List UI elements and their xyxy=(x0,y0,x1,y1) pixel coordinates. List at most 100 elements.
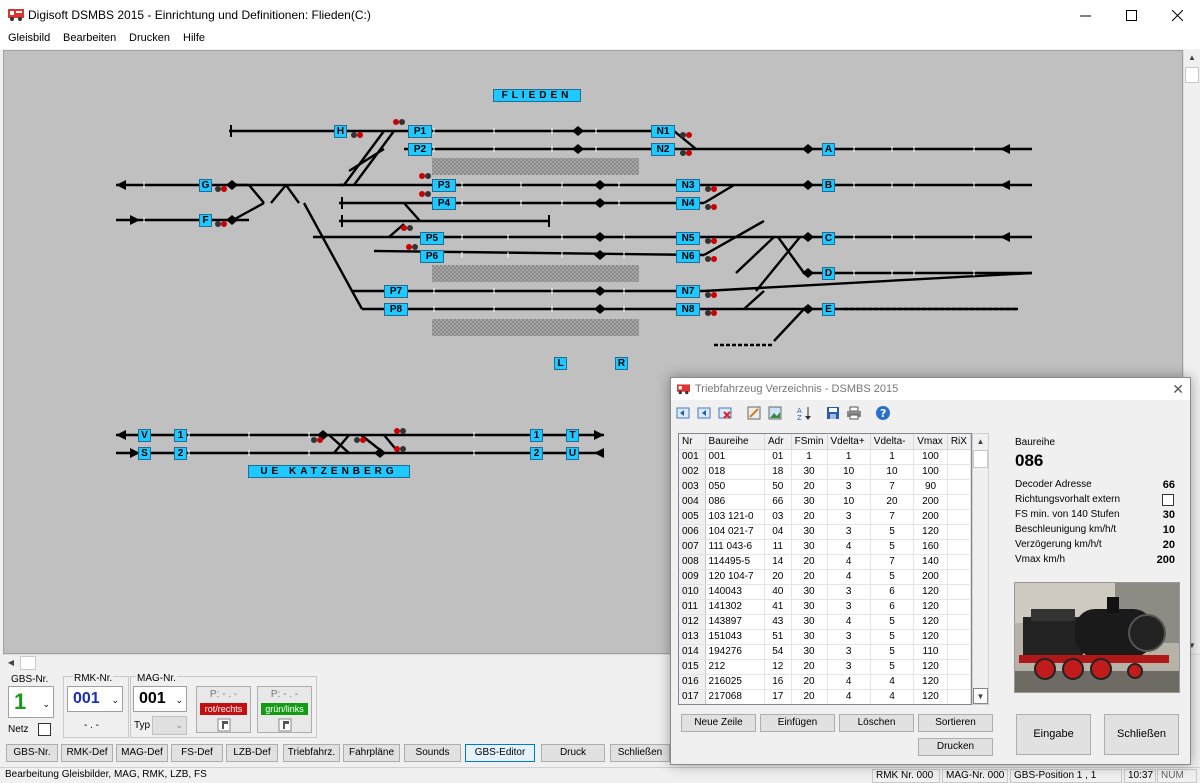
track-label-r[interactable]: R xyxy=(615,357,628,370)
row-number-cell[interactable]: 013 xyxy=(679,629,706,645)
table-cell[interactable]: 6 xyxy=(870,599,915,615)
table-cell[interactable]: 3 xyxy=(827,509,871,525)
table-cell[interactable]: 141302 xyxy=(705,599,766,615)
drucken-button[interactable]: Drucken xyxy=(918,738,993,756)
table-cell[interactable]: 100 xyxy=(913,464,948,480)
track-label-n1[interactable]: N1 xyxy=(651,125,675,138)
delete-record-icon[interactable] xyxy=(717,405,733,421)
netz-checkbox[interactable] xyxy=(38,723,51,736)
track-label-n6[interactable]: N6 xyxy=(676,250,700,263)
table-row[interactable]: 005 103 121-0 03 20 3 7 200 xyxy=(679,509,971,525)
table-cell[interactable] xyxy=(947,464,971,480)
table-row[interactable]: 015 212 12 20 3 5 120 xyxy=(679,659,971,675)
track-label-a[interactable]: A xyxy=(822,143,835,156)
row-number-cell[interactable]: 001 xyxy=(679,449,706,465)
table-cell[interactable]: 151043 xyxy=(705,629,766,645)
track-label-p5[interactable]: P5 xyxy=(420,232,444,245)
track-label-2a[interactable]: 2 xyxy=(174,447,187,460)
tab-rmk-def[interactable]: RMK-Def xyxy=(61,744,113,762)
table-cell[interactable]: 110 xyxy=(913,644,948,660)
table-cell[interactable]: 20 xyxy=(791,509,828,525)
table-row[interactable]: 016 216025 16 20 4 4 120 xyxy=(679,674,971,690)
table-cell[interactable]: 20 xyxy=(791,554,828,570)
tab-triebfahrzeuge[interactable]: Triebfahrz. xyxy=(283,744,340,762)
track-label-p1[interactable]: P1 xyxy=(408,125,432,138)
table-cell[interactable] xyxy=(947,494,971,510)
table-cell[interactable] xyxy=(947,599,971,615)
first-record-icon[interactable] xyxy=(675,405,691,421)
table-cell[interactable]: 12 xyxy=(764,659,792,675)
close-icon[interactable]: ✕ xyxy=(1172,381,1184,398)
table-cell[interactable]: 41 xyxy=(764,599,792,615)
table-row[interactable]: 003 050 50 20 3 7 90 xyxy=(679,479,971,495)
sortieren-button[interactable]: Sortieren xyxy=(918,714,993,732)
row-number-cell[interactable]: 011 xyxy=(679,599,706,615)
table-row[interactable]: 006 104 021-7 04 30 3 5 120 xyxy=(679,524,971,540)
column-header[interactable]: FSmin xyxy=(791,434,828,450)
neue-zeile-button[interactable]: Neue Zeile xyxy=(681,714,756,732)
track-label-1a[interactable]: 1 xyxy=(174,429,187,442)
table-cell[interactable]: 160 xyxy=(913,539,948,555)
table-row[interactable]: 013 151043 51 30 3 5 120 xyxy=(679,629,971,645)
table-cell[interactable] xyxy=(947,509,971,525)
table-row[interactable]: 008 114495-5 14 20 4 7 140 xyxy=(679,554,971,570)
column-header[interactable]: Vdelta- xyxy=(870,434,915,450)
track-label-n5[interactable]: N5 xyxy=(676,232,700,245)
table-cell[interactable]: 143897 xyxy=(705,614,766,630)
menu-bearbeiten[interactable]: Bearbeiten xyxy=(63,32,116,44)
table-cell[interactable]: 30 xyxy=(791,539,828,555)
close-button[interactable] xyxy=(1154,0,1200,30)
table-row[interactable]: 010 140043 40 30 3 6 120 xyxy=(679,584,971,600)
table-row[interactable]: 002 018 18 30 10 10 100 xyxy=(679,464,971,480)
table-cell[interactable]: 4 xyxy=(870,689,915,704)
table-cell[interactable]: 120 xyxy=(913,584,948,600)
tab-fahrplaene[interactable]: Fahrpläne xyxy=(343,744,400,762)
track-label-p4[interactable]: P4 xyxy=(432,197,456,210)
table-cell[interactable]: 114495-5 xyxy=(705,554,766,570)
table-cell[interactable]: 3 xyxy=(827,659,871,675)
help-icon[interactable]: ? xyxy=(875,405,891,421)
table-cell[interactable]: 30 xyxy=(791,614,828,630)
table-cell[interactable]: 20 xyxy=(764,569,792,585)
table-cell[interactable]: 20 xyxy=(791,659,828,675)
gbs-nr-select[interactable]: 1 ⌄ xyxy=(8,686,54,718)
table-cell[interactable]: 104 021-7 xyxy=(705,524,766,540)
row-number-cell[interactable]: 007 xyxy=(679,539,706,555)
table-cell[interactable]: 1 xyxy=(791,449,828,465)
table-cell[interactable]: 30 xyxy=(791,599,828,615)
table-cell[interactable]: 120 xyxy=(913,674,948,690)
scroll-thumb[interactable] xyxy=(973,450,988,468)
table-row[interactable]: 004 086 66 30 10 20 200 xyxy=(679,494,971,510)
table-cell[interactable]: 20 xyxy=(791,479,828,495)
signal-rot-rechts-button[interactable]: P: - . - rot/rechts xyxy=(196,686,251,733)
loeschen-button[interactable]: Löschen xyxy=(839,714,914,732)
table-cell[interactable]: 30 xyxy=(791,464,828,480)
table-cell[interactable]: 50 xyxy=(764,479,792,495)
row-number-cell[interactable]: 008 xyxy=(679,554,706,570)
table-cell[interactable]: 216025 xyxy=(705,674,766,690)
table-cell[interactable]: 17 xyxy=(764,689,792,704)
table-cell[interactable] xyxy=(947,689,971,704)
table-cell[interactable]: 51 xyxy=(764,629,792,645)
table-cell[interactable]: 212 xyxy=(705,659,766,675)
print-icon[interactable] xyxy=(846,405,862,421)
table-cell[interactable]: 4 xyxy=(827,554,871,570)
table-cell[interactable]: 7 xyxy=(870,509,915,525)
minimize-button[interactable] xyxy=(1062,0,1108,30)
table-row[interactable]: 017 217068 17 20 4 4 120 xyxy=(679,689,971,704)
column-header[interactable]: RiX xyxy=(947,434,971,450)
table-cell[interactable]: 30 xyxy=(791,524,828,540)
table-cell[interactable]: 20 xyxy=(870,494,915,510)
row-number-cell[interactable]: 004 xyxy=(679,494,706,510)
table-cell[interactable] xyxy=(947,659,971,675)
track-label-h[interactable]: H xyxy=(334,125,347,138)
track-label-u[interactable]: U xyxy=(566,447,579,460)
table-cell[interactable]: 20 xyxy=(791,689,828,704)
table-cell[interactable]: 14 xyxy=(764,554,792,570)
table-cell[interactable]: 4 xyxy=(827,614,871,630)
table-cell[interactable]: 30 xyxy=(791,494,828,510)
triebfahrzeug-table[interactable]: Nr Baureihe Adr FSmin Vdelta+ Vdelta- Vm… xyxy=(678,433,972,705)
track-label-p2[interactable]: P2 xyxy=(408,143,432,156)
table-cell[interactable]: 40 xyxy=(764,584,792,600)
typ-select[interactable]: ⌄ xyxy=(152,716,187,735)
